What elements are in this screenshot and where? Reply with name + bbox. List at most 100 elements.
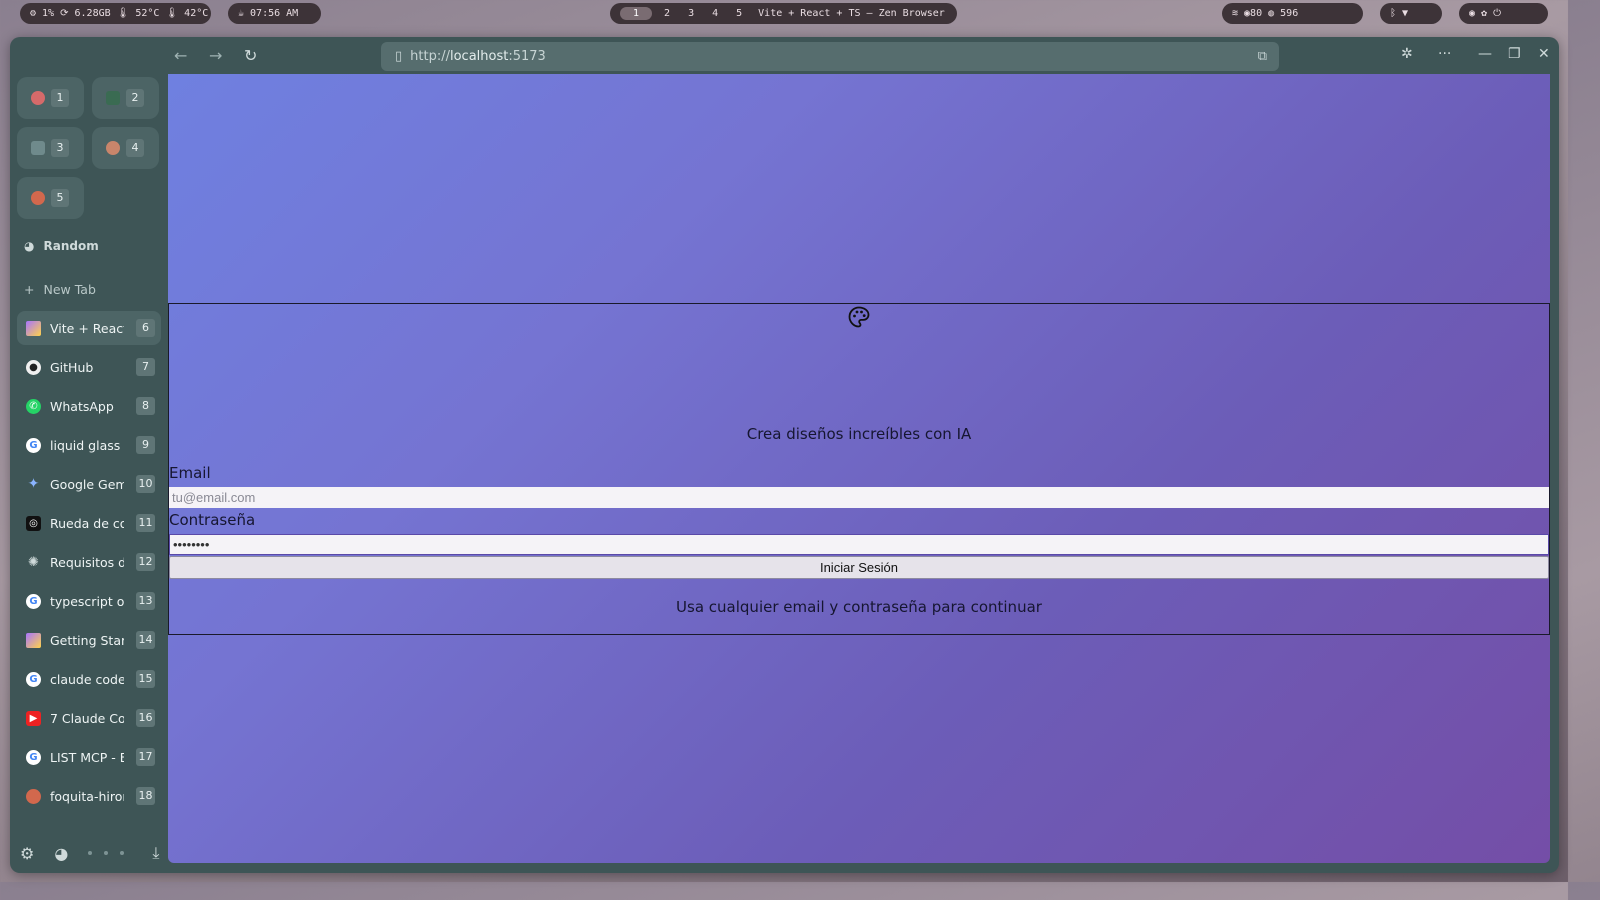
workspace-1[interactable]: 1 bbox=[620, 7, 653, 20]
record-icon bbox=[31, 91, 45, 105]
bookmark-icon[interactable]: ⧉ bbox=[1258, 49, 1267, 64]
sidebar-tab[interactable]: ▶ 7 Claude Cod 16 bbox=[17, 701, 161, 735]
google-icon: G bbox=[26, 593, 41, 609]
tab-number: 16 bbox=[136, 709, 155, 727]
email-field[interactable] bbox=[169, 487, 1549, 508]
power-icon: ⏻ bbox=[1493, 8, 1501, 19]
bluetooth-tray[interactable]: ᛒ ▼ bbox=[1380, 3, 1442, 24]
tab-title: Getting Start bbox=[50, 632, 124, 648]
random-label-text: Random bbox=[43, 239, 99, 253]
workspace-number: 2 bbox=[126, 89, 144, 107]
sidebar-tab[interactable]: ◎ Rueda de col 11 bbox=[17, 506, 161, 540]
tab-title: foquita-hiron bbox=[50, 788, 124, 804]
pulse-icon bbox=[106, 91, 120, 105]
sidebar-workspace-2[interactable]: 2 bbox=[92, 77, 159, 119]
menu-icon[interactable]: ··· bbox=[1438, 46, 1451, 62]
palette-small-icon[interactable]: ◕ bbox=[54, 844, 68, 863]
workspace-5[interactable]: 5 bbox=[730, 7, 748, 20]
gemini-icon: ✦ bbox=[27, 476, 40, 492]
sidebar-workspace-1[interactable]: 1 bbox=[17, 77, 84, 119]
sidebar-tab[interactable]: G LIST MCP - B 17 bbox=[17, 740, 161, 774]
bluetooth-icon: ᛒ bbox=[1390, 8, 1396, 19]
gear-icon[interactable]: ⚙ bbox=[20, 844, 34, 863]
download-icon[interactable]: ⤓ bbox=[152, 843, 159, 863]
login-hint: Usa cualquier email y contraseña para co… bbox=[676, 598, 1042, 616]
sidebar-tab[interactable]: ✺ Requisitos de 12 bbox=[17, 545, 161, 579]
tab-title: WhatsApp bbox=[50, 398, 114, 414]
sidebar-tab[interactable]: G typescript or 13 bbox=[17, 584, 161, 618]
system-bar: ⚙ 1% ⟳ 6.28GB 🌡 52°C 🌡 42°C ☕ 07:56 AM 1… bbox=[0, 0, 1568, 28]
browser-toolbar: ← → ↻ ▯ http://localhost:5173 ⧉ ✲ ··· — … bbox=[168, 37, 1559, 74]
workspace-4[interactable]: 4 bbox=[706, 7, 724, 20]
sidebar-tab[interactable]: G liquid glass - 9 bbox=[17, 428, 161, 462]
login-container: Crea diseños increíbles con IA Email Con… bbox=[168, 303, 1550, 635]
status-tray[interactable]: ≋ ◉80 ◍ 596 bbox=[1222, 3, 1363, 24]
tab-title: Vite + React bbox=[50, 320, 124, 336]
tab-number: 13 bbox=[136, 592, 155, 610]
session-tray[interactable]: ◉ ✿ ⏻ bbox=[1459, 3, 1548, 24]
tab-number: 12 bbox=[136, 553, 155, 571]
page-viewport: Crea diseños increíbles con IA Email Con… bbox=[168, 74, 1550, 863]
tab-number: 10 bbox=[136, 475, 155, 493]
clock-text: 07:56 AM bbox=[250, 8, 299, 19]
wifi-strength-icon: ▼ bbox=[1402, 8, 1409, 19]
sidebar-tab[interactable]: Vite + React 6 bbox=[17, 311, 161, 345]
sidebar-workspace-4[interactable]: 4 bbox=[92, 127, 159, 169]
extensions-icon[interactable]: ✲ bbox=[1401, 46, 1413, 62]
sidebar-tab[interactable]: Getting Start 14 bbox=[17, 623, 161, 657]
system-stats: ⚙ 1% ⟳ 6.28GB 🌡 52°C 🌡 42°C bbox=[20, 3, 211, 24]
login-button[interactable]: Iniciar Sesión bbox=[169, 556, 1549, 579]
github-icon: ● bbox=[26, 359, 41, 375]
maximize-icon[interactable]: ❐ bbox=[1508, 46, 1521, 62]
window-title: Vite + React + TS — Zen Browser bbox=[758, 8, 945, 19]
workspace-3[interactable]: 3 bbox=[682, 7, 700, 20]
minimize-icon[interactable]: — bbox=[1478, 46, 1492, 62]
tab-title: GitHub bbox=[50, 359, 94, 375]
google-icon: G bbox=[26, 749, 41, 765]
password-field[interactable] bbox=[169, 534, 1549, 555]
workspace-dots[interactable] bbox=[88, 851, 125, 855]
clock[interactable]: ☕ 07:56 AM bbox=[228, 3, 321, 24]
square-icon bbox=[31, 141, 45, 155]
sidebar-tab[interactable]: foquita-hiron 18 bbox=[17, 779, 161, 813]
system-stats-text: ⚙ 1% ⟳ 6.28GB 🌡 52°C 🌡 42°C bbox=[30, 8, 209, 19]
sidebar-tab[interactable]: ✦ Google Gemi 10 bbox=[17, 467, 161, 501]
close-icon[interactable]: ✕ bbox=[1538, 46, 1550, 62]
new-tab-button[interactable]: + New Tab bbox=[24, 282, 96, 297]
sidebar-workspace-5[interactable]: 5 bbox=[17, 177, 84, 219]
browser-window: 1 2 3 4 5 ◕ Random + New Tab Vite + Reac… bbox=[10, 37, 1559, 873]
sun-icon bbox=[106, 141, 120, 155]
workspace-number: 5 bbox=[51, 189, 69, 207]
sidebar-tab[interactable]: ● GitHub 7 bbox=[17, 350, 161, 384]
palette-icon bbox=[848, 306, 870, 328]
workspace-2[interactable]: 2 bbox=[658, 7, 676, 20]
forward-icon[interactable]: → bbox=[209, 46, 222, 65]
back-icon[interactable]: ← bbox=[174, 46, 187, 65]
sidebar-tab[interactable]: ✆ WhatsApp 8 bbox=[17, 389, 161, 423]
workspace-number: 1 bbox=[51, 89, 69, 107]
url-text: http://localhost:5173 bbox=[410, 49, 546, 64]
sidebar-footer: ⚙ ◕ ⤓ bbox=[20, 842, 160, 864]
vite-icon bbox=[26, 632, 41, 648]
url-host: localhost bbox=[449, 49, 509, 64]
tab-number: 14 bbox=[136, 631, 155, 649]
google-icon: G bbox=[26, 437, 41, 453]
tab-number: 6 bbox=[136, 319, 155, 337]
tab-number: 18 bbox=[136, 787, 155, 805]
settings-icon: ✿ bbox=[1481, 8, 1488, 19]
tab-number: 17 bbox=[136, 748, 155, 766]
reload-icon[interactable]: ↻ bbox=[244, 46, 257, 65]
tab-title: Rueda de col bbox=[50, 515, 124, 531]
random-workspace-label[interactable]: ◕ Random bbox=[24, 239, 99, 253]
sidebar-workspace-3[interactable]: 3 bbox=[17, 127, 84, 169]
sidebar-tab[interactable]: G claude code r 15 bbox=[17, 662, 161, 696]
url-bar[interactable]: ▯ http://localhost:5173 ⧉ bbox=[381, 42, 1279, 71]
vite-icon bbox=[26, 320, 41, 336]
new-tab-label: New Tab bbox=[43, 282, 96, 297]
workspace-number: 4 bbox=[126, 139, 144, 157]
tab-title: LIST MCP - B bbox=[50, 749, 124, 765]
tab-title: claude code r bbox=[50, 671, 124, 687]
tab-title: Requisitos de bbox=[50, 554, 124, 570]
password-label: Contraseña bbox=[169, 511, 256, 529]
fruit-icon bbox=[31, 191, 45, 205]
